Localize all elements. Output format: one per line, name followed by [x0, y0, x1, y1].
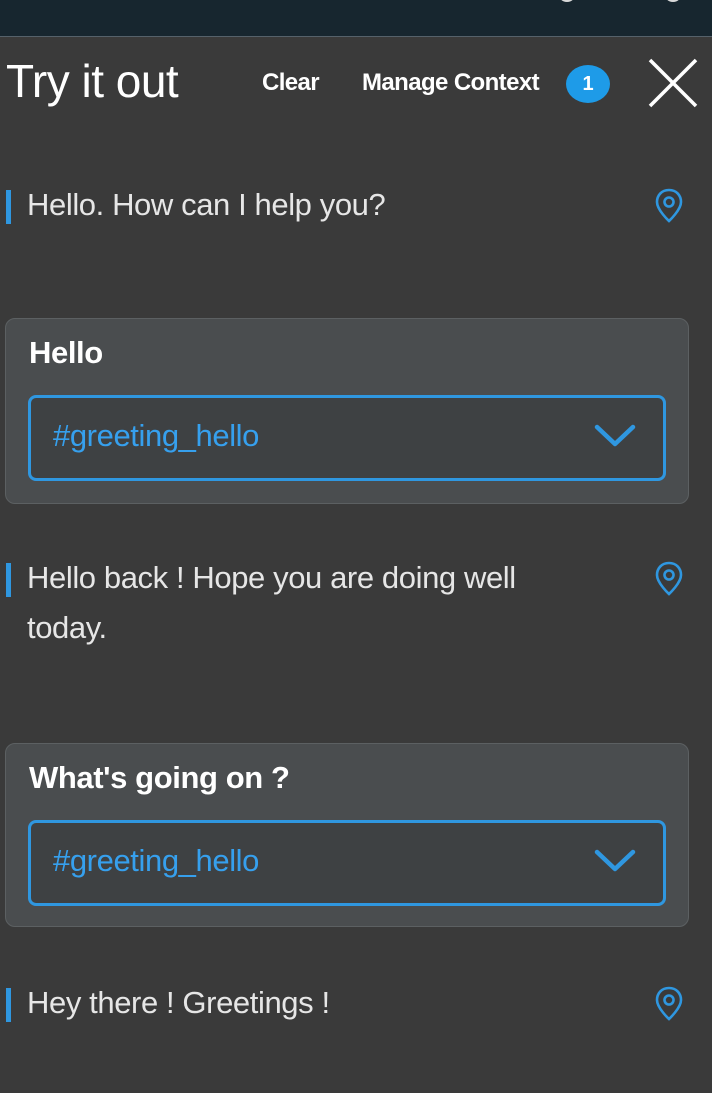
- message-indicator: [6, 563, 11, 597]
- bot-message-text: Hello back ! Hope you are doing well tod…: [27, 560, 516, 645]
- location-pin-button[interactable]: [654, 986, 684, 1022]
- close-icon: [648, 58, 698, 108]
- intent-value: #greeting_hello: [53, 843, 260, 878]
- bot-message: Hey there ! Greetings !: [0, 978, 712, 1028]
- bot-message: Hello. How can I help you?: [0, 180, 712, 230]
- close-button[interactable]: [646, 56, 700, 110]
- bot-message: Hello back ! Hope you are doing well tod…: [0, 553, 712, 653]
- message-indicator: [6, 190, 11, 224]
- panel-header: Try it out Clear Manage Context 1: [0, 40, 712, 126]
- panel-title: Try it out: [6, 55, 179, 107]
- topbar-control: [664, 0, 682, 2]
- clear-button[interactable]: Clear: [262, 69, 320, 97]
- message-indicator: [6, 988, 11, 1022]
- location-pin-button[interactable]: [654, 561, 684, 597]
- intent-dropdown[interactable]: #greeting_hello: [28, 820, 666, 906]
- manage-context-button[interactable]: Manage Context: [362, 69, 540, 97]
- chevron-down-icon: [594, 849, 636, 872]
- user-message-card: Hello #greeting_hello: [5, 318, 689, 504]
- user-message-text: What's going on ?: [29, 760, 290, 795]
- bot-message-text: Hello. How can I help you?: [27, 187, 386, 222]
- intent-value: #greeting_hello: [53, 418, 260, 453]
- location-pin-icon: [655, 561, 683, 596]
- top-bar: [0, 0, 712, 37]
- user-message-text: Hello: [29, 335, 103, 370]
- location-pin-icon: [655, 986, 683, 1021]
- intent-dropdown[interactable]: #greeting_hello: [28, 395, 666, 481]
- bot-message-text: Hey there ! Greetings !: [27, 985, 330, 1020]
- location-pin-button[interactable]: [654, 188, 684, 224]
- location-pin-icon: [655, 188, 683, 223]
- chevron-down-icon: [594, 424, 636, 447]
- topbar-control: [558, 0, 576, 2]
- context-count-badge[interactable]: 1: [566, 65, 610, 103]
- user-message-card: What's going on ? #greeting_hello: [5, 743, 689, 927]
